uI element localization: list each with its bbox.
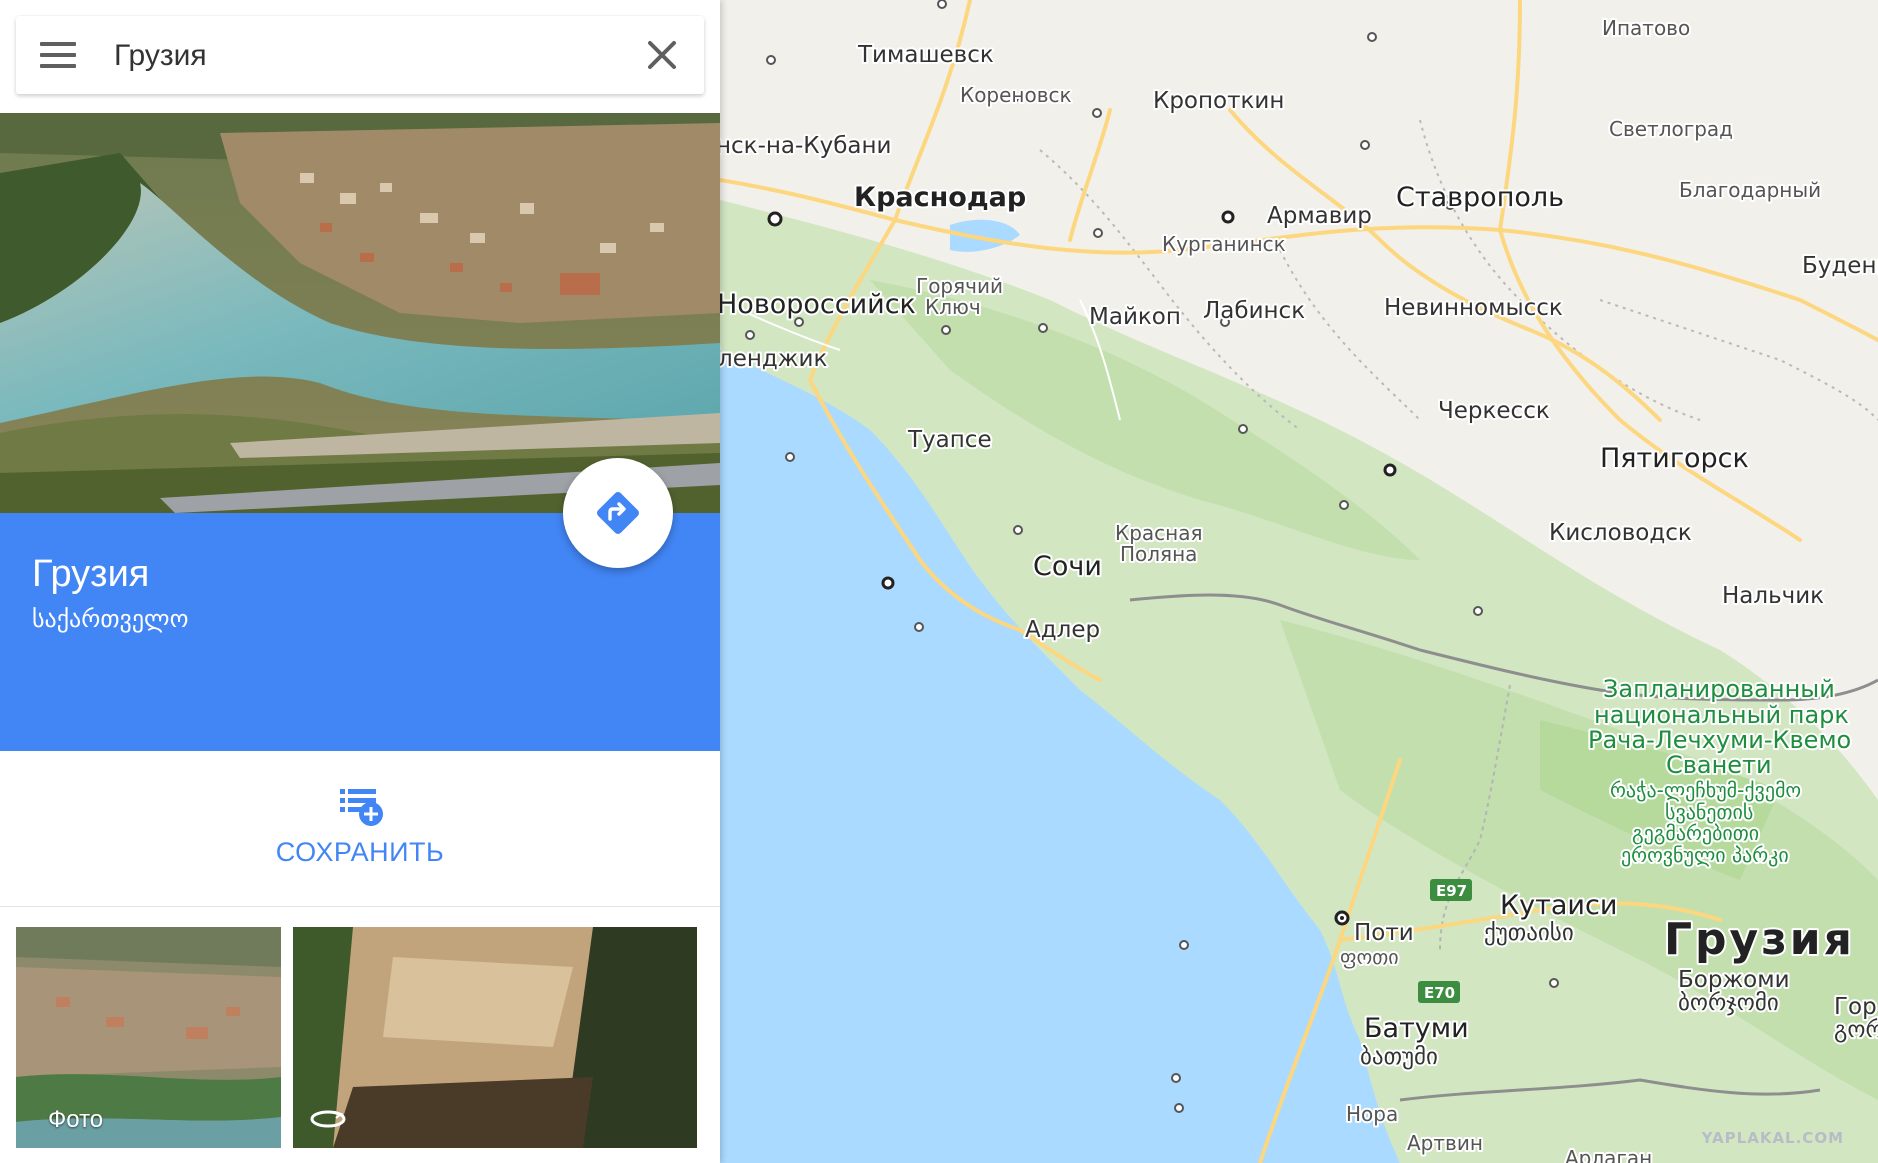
map-label-kutaisi: Кутаиси — [1500, 890, 1617, 921]
map-label-stavropol: Ставрополь — [1396, 182, 1564, 213]
map-label-slavyansk: нск-на-Кубани — [720, 133, 892, 159]
actions-row: СОХРАНИТЬ — [0, 751, 720, 907]
map-label-nora: Нора — [1346, 1102, 1398, 1126]
map-label-batumi-ka: ბათუმი — [1360, 1044, 1438, 1070]
map-label-poti: Поти — [1354, 920, 1414, 946]
svg-text:E97: E97 — [1436, 882, 1467, 900]
map-label-labinsk: Лабинск — [1203, 298, 1305, 324]
clear-search-button[interactable] — [642, 35, 682, 75]
map-label-country: Грузия — [1664, 914, 1855, 965]
map-label-kutaisi-ka: ქუთაისი — [1484, 920, 1574, 946]
place-subtitle: საქართველო — [32, 606, 189, 633]
map-label-ipatovo: Ипатово — [1602, 16, 1690, 40]
map-label-krasnaya-2: Поляна — [1120, 542, 1197, 566]
map-label-timashevsk: Тимашевск — [857, 42, 994, 68]
map-label-sochi: Сочи — [1033, 551, 1102, 582]
map-label-pyatigorsk: Пятигорск — [1600, 443, 1749, 474]
map-label-artvin: Артвин — [1407, 1131, 1483, 1155]
map-label-park-1: Запланированный — [1603, 675, 1835, 703]
photo-label: Фото — [48, 1106, 104, 1133]
map-label-korenovsk: Кореновск — [960, 83, 1072, 107]
map-label-nalchik: Нальчик — [1722, 583, 1824, 609]
map-label-kislovodsk: Кисловодск — [1549, 520, 1692, 546]
hamburger-icon-bar — [40, 64, 76, 68]
search-box — [16, 16, 704, 94]
menu-button[interactable] — [38, 38, 78, 72]
map-label-nevinnomyssk: Невинномысск — [1384, 295, 1563, 321]
road-shield-e97: E97 — [1430, 879, 1472, 901]
map-graphic: нск-на-Кубани Тимашевск Кореновск Кропот… — [720, 0, 1878, 1163]
map-label-park-ka-3: გეგმარებითი — [1632, 821, 1759, 845]
map-label-tuapse: Туапсе — [907, 427, 992, 453]
watermark: YAPLAKAL.COM — [1701, 1129, 1844, 1147]
hamburger-icon-bar — [40, 53, 76, 57]
directions-icon — [597, 492, 639, 534]
360-view-icon — [310, 1110, 346, 1128]
road-shield-e70: E70 — [1418, 981, 1460, 1003]
photo-thumbnail[interactable]: Фото — [16, 927, 281, 1148]
place-title: Грузия — [32, 553, 150, 595]
map-label-poti-ka: ფოთი — [1340, 945, 1399, 969]
map-label-park-4: Сванети — [1666, 751, 1772, 779]
map-label-armavir: Армавир — [1267, 203, 1372, 229]
map-label-novorossiysk: Новороссийск — [720, 289, 916, 320]
map-canvas[interactable]: нск-на-Кубани Тимашевск Кореновск Кропот… — [720, 0, 1878, 1163]
map-label-maykop: Майкоп — [1089, 304, 1181, 330]
save-label: СОХРАНИТЬ — [275, 837, 445, 867]
map-label-gori-ka: გორ — [1834, 1017, 1878, 1043]
close-icon — [648, 41, 676, 69]
svg-text:E70: E70 — [1424, 984, 1455, 1002]
save-button[interactable]: СОХРАНИТЬ — [240, 781, 480, 891]
map-label-kropotkin: Кропоткин — [1153, 88, 1284, 114]
add-to-list-icon — [340, 789, 383, 826]
map-label-gelendzhik: ленджик — [720, 346, 827, 372]
map-label-park-ka-4: ეროვნული პარკი — [1621, 843, 1789, 867]
map-label-kurganinsk: Курганинск — [1162, 232, 1286, 256]
street-view-thumbnail[interactable] — [293, 927, 697, 1148]
map-label-svetlograd: Светлоград — [1609, 117, 1733, 141]
map-label-adler: Адлер — [1025, 617, 1100, 643]
place-panel: Грузия საქართველო СОХРАНИТЬ — [0, 0, 720, 1163]
map-label-krasnodar: Краснодар — [854, 182, 1026, 213]
hamburger-icon-bar — [40, 42, 76, 46]
map-label-goryachy-2: Ключ — [925, 295, 981, 319]
map-label-blagodarny: Благодарный — [1679, 178, 1821, 202]
street-view-thumbnail-image — [293, 927, 697, 1148]
hero-photo-image — [0, 113, 720, 513]
map-label-borjomi-ka: ბორჯომი — [1678, 990, 1779, 1016]
map-label-batumi: Батуми — [1364, 1013, 1469, 1044]
directions-button[interactable] — [563, 458, 673, 568]
search-input[interactable] — [112, 30, 636, 82]
map-label-cherkessk: Черкесск — [1438, 398, 1550, 424]
map-label-park-2: национальный парк — [1594, 701, 1849, 729]
map-label-park-3: Рача-Лечхуми-Квемо — [1588, 726, 1851, 754]
map-label-ardahan: Арлаган — [1565, 1146, 1652, 1163]
hero-photo[interactable] — [0, 113, 720, 513]
map-label-budennovsk: Буденн — [1802, 253, 1878, 279]
map-label-park-ka-1: რაჭა-ლეჩხუმ-ქვემო — [1610, 778, 1801, 802]
